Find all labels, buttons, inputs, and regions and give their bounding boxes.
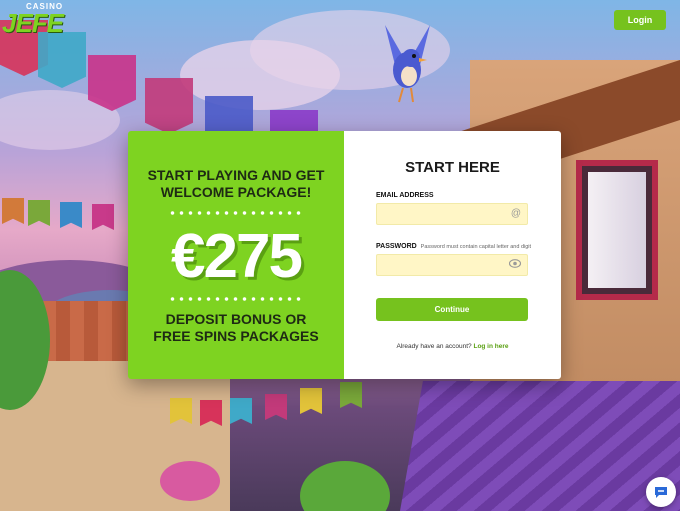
- promo-line-3: DEPOSIT BONUS OR: [165, 311, 307, 327]
- account-text: Already have an account?: [396, 343, 472, 350]
- email-field[interactable]: [377, 204, 519, 225]
- at-icon: @: [510, 208, 521, 219]
- logo-big-text: JEFE: [2, 8, 64, 38]
- email-label: EMAIL ADDRESS: [376, 192, 434, 199]
- casino-jefe-logo[interactable]: CASINO JEFE: [2, 2, 88, 38]
- continue-button[interactable]: Continue: [376, 298, 528, 321]
- bonus-amount: €275: [171, 222, 303, 291]
- signup-form: START HERE EMAIL ADDRESS @ PASSWORD Pass…: [344, 131, 561, 379]
- password-hint: Password must contain capital letter and…: [420, 244, 532, 250]
- registration-modal: START PLAYING AND GET WELCOME PACKAGE! €…: [128, 131, 561, 379]
- password-field[interactable]: [377, 255, 519, 276]
- promo-line-1: START PLAYING AND GET: [147, 167, 325, 183]
- dotted-divider: [168, 211, 304, 215]
- login-button[interactable]: Login: [614, 10, 666, 30]
- promo-line-4: FREE SPINS PACKAGES: [153, 328, 319, 344]
- welcome-promo-panel: START PLAYING AND GET WELCOME PACKAGE! €…: [128, 131, 344, 379]
- login-link[interactable]: Log in here: [473, 343, 508, 350]
- password-label-row: PASSWORD Password must contain capital l…: [376, 243, 531, 250]
- chat-icon[interactable]: [646, 477, 676, 507]
- login-prompt: Already have an account? Log in here: [344, 343, 561, 350]
- promo-line-2: WELCOME PACKAGE!: [160, 184, 312, 200]
- password-field-wrapper: [376, 254, 528, 276]
- email-field-wrapper: @: [376, 203, 528, 225]
- password-label: PASSWORD: [376, 243, 417, 250]
- dotted-divider: [168, 297, 304, 301]
- form-title: START HERE: [405, 159, 500, 176]
- eye-icon[interactable]: [508, 259, 522, 271]
- bird-illustration: [385, 25, 430, 103]
